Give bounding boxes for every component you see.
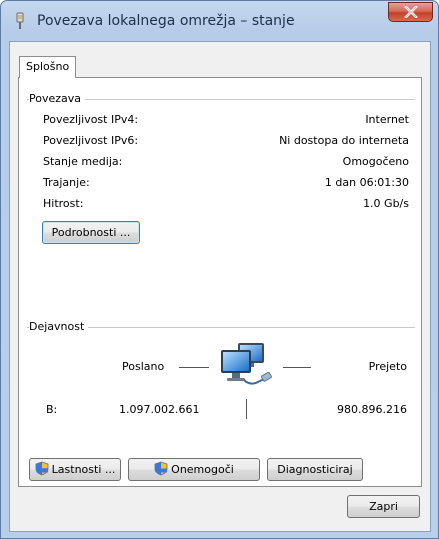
dialog-client-area: Splošno Povezava Povezljivost IPv4: Inte… (9, 41, 431, 532)
sent-bytes-value: 1.097.002.661 (119, 403, 200, 416)
disable-button[interactable]: Onemogoči (128, 458, 260, 481)
connection-row-ipv4: Povezljivost IPv4: Internet (43, 113, 409, 129)
sent-dash (179, 367, 209, 368)
row-value: Ni dostopa do interneta (279, 134, 409, 147)
close-window-button[interactable] (388, 2, 433, 22)
received-label: Prejeto (368, 360, 407, 373)
row-value: Omogočeno (342, 155, 409, 168)
tab-panel-general: Povezava Povezljivost IPv4: Internet Pov… (18, 77, 422, 487)
connection-row-duration: Trajanje: 1 dan 06:01:30 (43, 176, 409, 192)
sent-label: Poslano (122, 360, 165, 373)
bytes-label: B: (46, 403, 58, 416)
received-dash (283, 367, 311, 368)
title-bar[interactable]: Povezava lokalnega omrežja – stanje (1, 1, 438, 41)
close-button[interactable]: Zapri (347, 495, 420, 518)
network-computers-icon (216, 340, 276, 390)
connection-group-label: Povezava (29, 92, 86, 105)
dialog-window: Povezava lokalnega omrežja – stanje Splo… (0, 0, 439, 539)
details-button-label: Podrobnosti ... (51, 226, 131, 239)
connection-row-speed: Hitrost: 1.0 Gb/s (43, 197, 409, 213)
details-button[interactable]: Podrobnosti ... (42, 221, 140, 244)
row-label: Hitrost: (43, 197, 84, 210)
tab-general[interactable]: Splošno (19, 56, 77, 78)
row-value: 1 dan 06:01:30 (324, 176, 409, 189)
row-label: Povezljivost IPv4: (43, 113, 139, 126)
row-value: 1.0 Gb/s (363, 197, 409, 210)
properties-button-label: Lastnosti ... (51, 463, 116, 476)
row-label: Povezljivost IPv6: (43, 134, 139, 147)
group-divider-start (27, 99, 29, 100)
connection-row-media-state: Stanje medija: Omogočeno (43, 155, 409, 171)
bytes-separator (246, 399, 247, 419)
activity-group-label: Dejavnost (29, 320, 89, 333)
row-label: Trajanje: (43, 176, 90, 189)
properties-button[interactable]: Lastnosti ... (29, 458, 121, 481)
diagnose-button-label: Diagnosticiraj (277, 463, 353, 476)
network-adapter-icon (12, 12, 28, 30)
disable-button-label: Onemogoči (171, 463, 234, 476)
connection-row-ipv6: Povezljivost IPv6: Ni dostopa do interne… (43, 134, 409, 150)
close-button-label: Zapri (369, 500, 398, 513)
uac-shield-icon (35, 461, 49, 479)
group-divider (27, 99, 415, 100)
window-title: Povezava lokalnega omrežja – stanje (37, 13, 295, 29)
row-value: Internet (365, 113, 409, 126)
diagnose-button[interactable]: Diagnosticiraj (267, 458, 363, 481)
row-label: Stanje medija: (43, 155, 123, 168)
received-bytes-value: 980.896.216 (337, 403, 407, 416)
uac-shield-icon (154, 461, 168, 479)
close-icon (403, 6, 418, 18)
